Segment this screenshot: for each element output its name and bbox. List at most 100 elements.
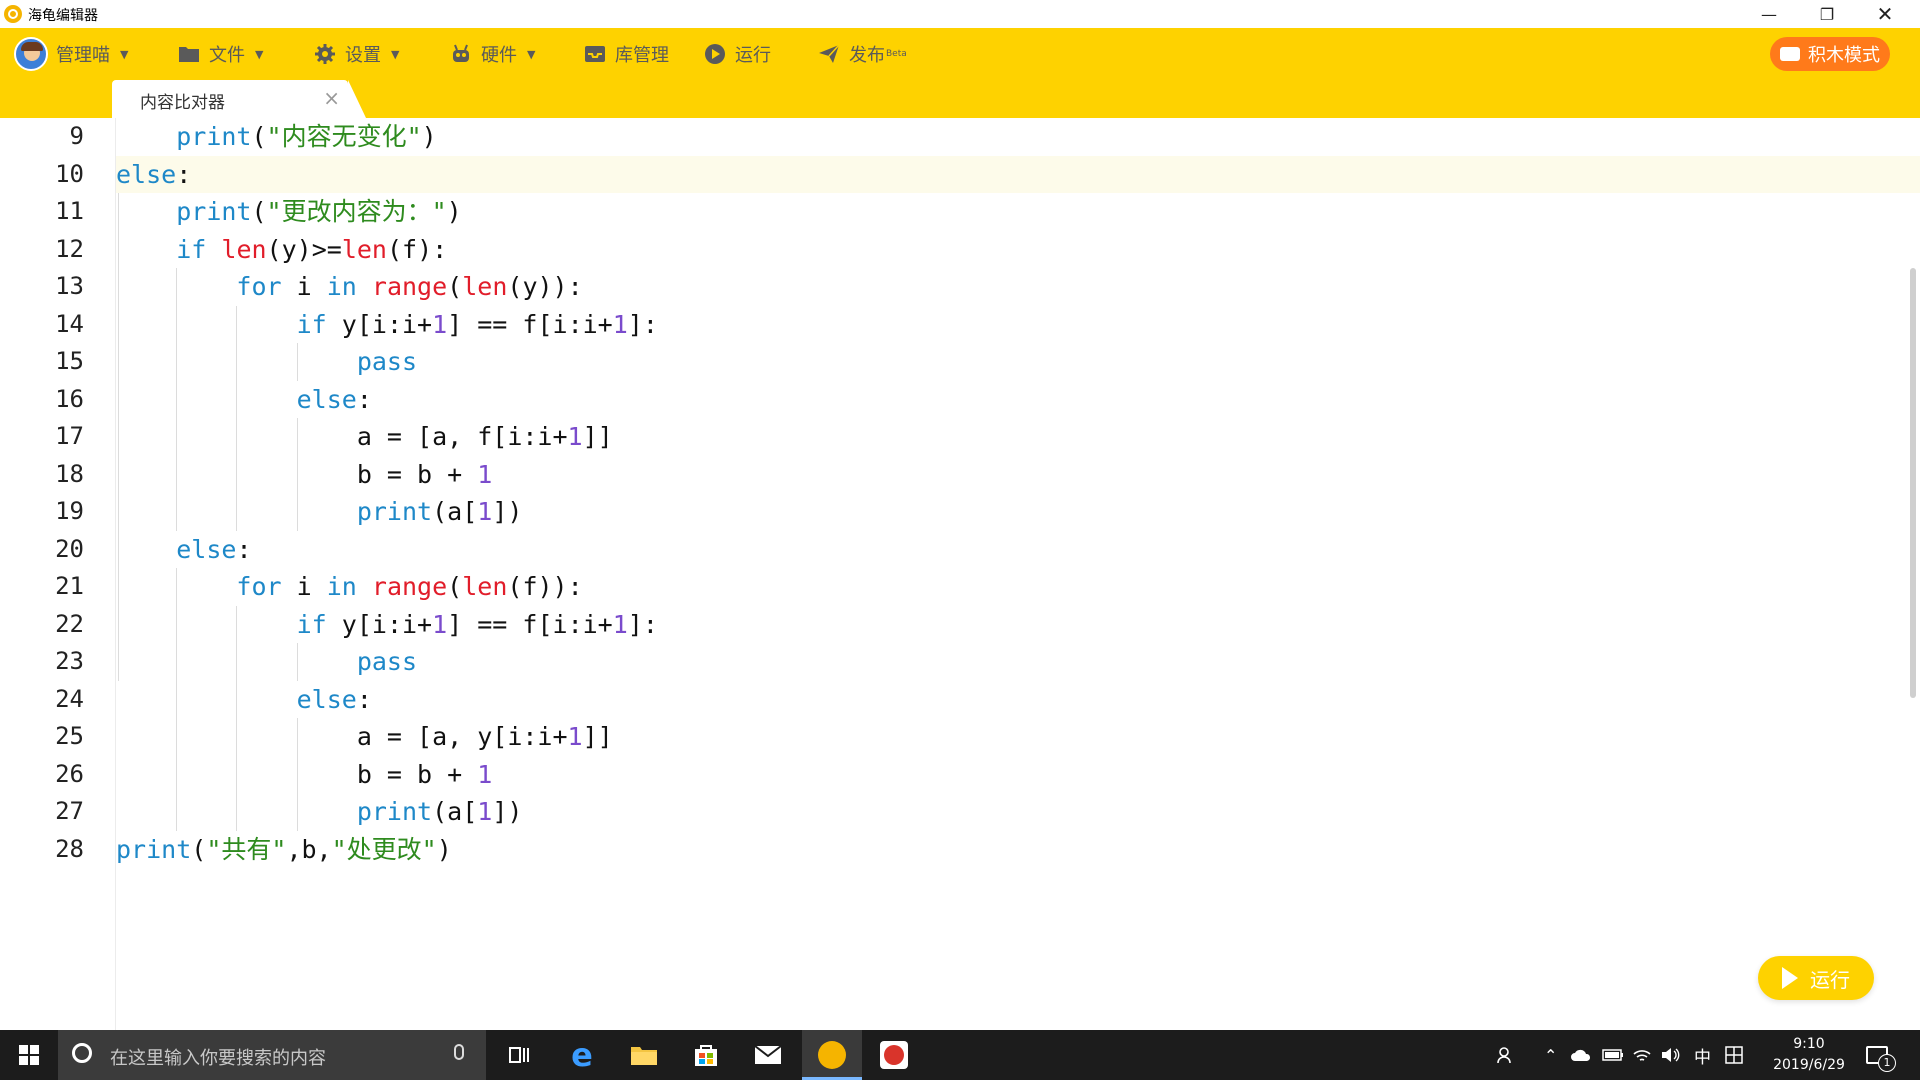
taskbar: 在这里输入你要搜索的内容 e ⌃ 中 9:10 2019/6/29 1 [0,1030,1920,1080]
clock-time: 9:10 [1793,1036,1825,1052]
line-number: 11 [55,197,84,225]
code-line[interactable]: print("内容无变化") [116,118,437,156]
file-explorer-icon[interactable] [614,1030,674,1080]
code-line[interactable]: if y[i:i+1] == f[i:i+1]: [116,606,658,644]
cortana-icon [72,1043,92,1063]
microphone-icon[interactable] [454,1044,464,1060]
code-line[interactable]: if len(y)>=len(f): [116,231,447,269]
line-number: 18 [55,459,84,488]
code-line[interactable]: print(a[1]) [116,493,523,531]
start-button[interactable] [0,1030,58,1080]
user-menu[interactable]: 管理喵 ▼ [14,28,128,80]
turtle-editor-taskbar-icon[interactable] [802,1030,862,1080]
run-floating-button[interactable]: 运行 [1758,956,1874,1000]
hardware-menu[interactable]: 硬件 ▼ [450,28,535,80]
store-icon[interactable] [676,1030,736,1080]
line-number: 25 [55,722,84,750]
line-number: 23 [55,647,84,675]
chevron-down-icon: ▼ [120,47,129,61]
code-line[interactable]: print("更改内容为：") [116,193,462,231]
ime-indicator[interactable]: 中 [1694,1030,1711,1080]
line-number: 21 [55,572,84,600]
current-line-highlight [116,155,1920,193]
chevron-down-icon: ▼ [255,47,264,61]
code-line[interactable]: else: [116,531,251,569]
minimize-icon[interactable]: — [1740,0,1798,28]
app-taskbar-icon[interactable] [864,1030,924,1080]
code-line[interactable]: else: [116,156,191,194]
system-clock[interactable]: 9:10 2019/6/29 [1754,1034,1864,1076]
code-line[interactable]: print(a[1]) [116,793,523,831]
edge-browser-icon[interactable]: e [552,1030,612,1080]
play-icon [1782,967,1798,989]
restore-icon[interactable]: ❐ [1798,0,1856,28]
library-manager-label: 库管理 [615,45,669,66]
ime-mode-icon[interactable] [1724,1030,1744,1080]
line-number: 22 [55,609,84,638]
code-line[interactable]: b = b + 1 [116,756,492,794]
task-view-icon[interactable] [490,1030,550,1080]
code-editor[interactable]: 9 10 11 12 13 14 15 16 17 18 19 20 21 22… [0,118,1920,1030]
line-number: 14 [55,309,84,338]
publish-label: 发布 [849,45,885,66]
line-number: 17 [55,422,84,450]
chevron-up-icon[interactable]: ⌃ [1544,1030,1557,1080]
inbox-icon [584,43,606,65]
chevron-down-icon: ▼ [527,47,536,61]
file-menu[interactable]: 文件 ▼ [178,28,263,80]
tab-content-comparer[interactable]: 内容比对器 × [112,80,366,118]
file-menu-label: 文件 [209,45,245,66]
vertical-scrollbar[interactable] [1910,268,1916,698]
line-number: 12 [55,234,84,263]
settings-menu[interactable]: 设置 ▼ [314,28,399,80]
tab-bar: 内容比对器 × [0,80,1920,118]
line-number: 13 [55,272,84,300]
code-line[interactable]: for i in range(len(y)): [116,268,582,306]
wifi-icon[interactable] [1632,1030,1652,1080]
code-line[interactable]: if y[i:i+1] == f[i:i+1]: [116,306,658,344]
code-line[interactable]: for i in range(len(f)): [116,568,582,606]
run-menu-label: 运行 [735,45,771,66]
line-number: 24 [55,684,84,713]
search-placeholder: 在这里输入你要搜索的内容 [110,1048,326,1069]
play-circle-icon [704,43,726,65]
close-window-icon[interactable]: ✕ [1856,0,1914,28]
volume-icon[interactable] [1660,1030,1682,1080]
action-center-icon[interactable]: 1 [1866,1030,1896,1080]
run-menu-button[interactable]: 运行 [704,28,771,80]
folder-icon [178,43,200,65]
title-bar: 海龟编辑器 — ❐ ✕ [0,0,1920,28]
code-line[interactable]: print("共有",b,"处更改") [116,831,452,869]
battery-icon [1602,1030,1624,1080]
notification-count-badge: 1 [1878,1054,1896,1072]
code-line[interactable]: pass [116,343,417,381]
onedrive-icon[interactable] [1570,1030,1592,1080]
clock-date: 2019/6/29 [1773,1057,1845,1073]
close-icon[interactable]: × [323,86,340,110]
block-mode-button[interactable]: 积木模式 [1770,37,1890,71]
beta-badge: Beta [886,49,907,59]
line-number: 28 [55,834,84,863]
code-line[interactable]: b = b + 1 [116,456,492,494]
line-number: 10 [55,159,84,188]
windows-logo-icon [19,1045,39,1065]
mail-icon[interactable] [738,1030,798,1080]
blocks-icon [1780,47,1800,61]
settings-menu-label: 设置 [345,45,381,66]
taskbar-search-box[interactable]: 在这里输入你要搜索的内容 [58,1030,486,1080]
line-number: 27 [55,797,84,825]
code-line[interactable]: pass [116,643,417,681]
people-icon[interactable] [1496,1030,1516,1080]
chevron-down-icon: ▼ [391,47,400,61]
hardware-menu-label: 硬件 [481,45,517,66]
user-label: 管理喵 [56,45,110,66]
line-number: 9 [69,122,84,150]
code-line[interactable]: a = [a, f[i:i+1]] [116,418,613,456]
publish-button[interactable]: 发布 Beta [818,28,907,80]
run-floating-label: 运行 [1810,967,1850,992]
library-manager-button[interactable]: 库管理 [584,28,669,80]
code-line[interactable]: else: [116,681,372,719]
code-line[interactable]: a = [a, y[i:i+1]] [116,718,613,756]
line-number: 26 [55,759,84,788]
code-line[interactable]: else: [116,381,372,419]
